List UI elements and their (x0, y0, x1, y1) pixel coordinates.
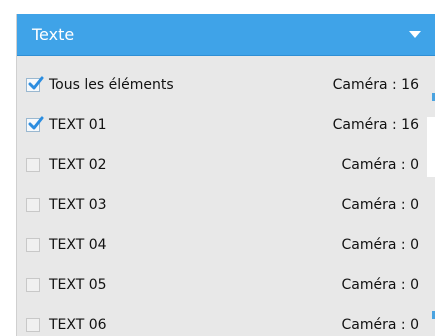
checkbox[interactable] (26, 76, 44, 92)
item-label: Tous les éléments (49, 77, 174, 93)
item-label: TEXT 02 (49, 157, 107, 173)
checkbox[interactable] (26, 116, 44, 132)
item-label: TEXT 03 (49, 197, 107, 213)
list-item[interactable]: TEXT 06 Caméra : 0 (17, 305, 435, 336)
scroll-track-segment (427, 117, 435, 177)
scroll-up-indicator[interactable] (432, 93, 435, 101)
list-item[interactable]: TEXT 04 Caméra : 0 (17, 225, 435, 265)
checkbox[interactable] (26, 238, 40, 252)
item-label: TEXT 01 (49, 117, 107, 133)
camera-count: Caméra : 16 (332, 77, 419, 93)
camera-count: Caméra : 0 (341, 197, 419, 213)
camera-count: Caméra : 16 (332, 117, 419, 133)
list-item[interactable]: Tous les éléments Caméra : 16 (17, 65, 435, 105)
item-label: TEXT 06 (49, 317, 107, 333)
list-item[interactable]: TEXT 03 Caméra : 0 (17, 185, 435, 225)
checkbox[interactable] (26, 158, 40, 172)
list-item[interactable]: TEXT 05 Caméra : 0 (17, 265, 435, 305)
item-list: Tous les éléments Caméra : 16 TEXT 01 Ca… (17, 65, 435, 336)
text-filter-panel: Texte Tous les éléments Caméra : 16 TEXT… (16, 14, 435, 336)
checkbox[interactable] (26, 318, 40, 332)
camera-count: Caméra : 0 (341, 157, 419, 173)
item-label: TEXT 05 (49, 277, 107, 293)
list-item[interactable]: TEXT 02 Caméra : 0 (17, 145, 435, 185)
camera-count: Caméra : 0 (341, 277, 419, 293)
camera-count: Caméra : 0 (341, 317, 419, 333)
list-item[interactable]: TEXT 01 Caméra : 16 (17, 105, 435, 145)
checkmark-icon (28, 76, 44, 90)
dropdown-title: Texte (32, 25, 75, 44)
chevron-down-icon[interactable] (409, 31, 421, 38)
checkmark-icon (28, 116, 44, 130)
scroll-down-indicator[interactable] (432, 311, 435, 319)
dropdown-header[interactable]: Texte (17, 14, 435, 56)
checkbox[interactable] (26, 198, 40, 212)
camera-count: Caméra : 0 (341, 237, 419, 253)
checkbox[interactable] (26, 278, 40, 292)
item-label: TEXT 04 (49, 237, 107, 253)
